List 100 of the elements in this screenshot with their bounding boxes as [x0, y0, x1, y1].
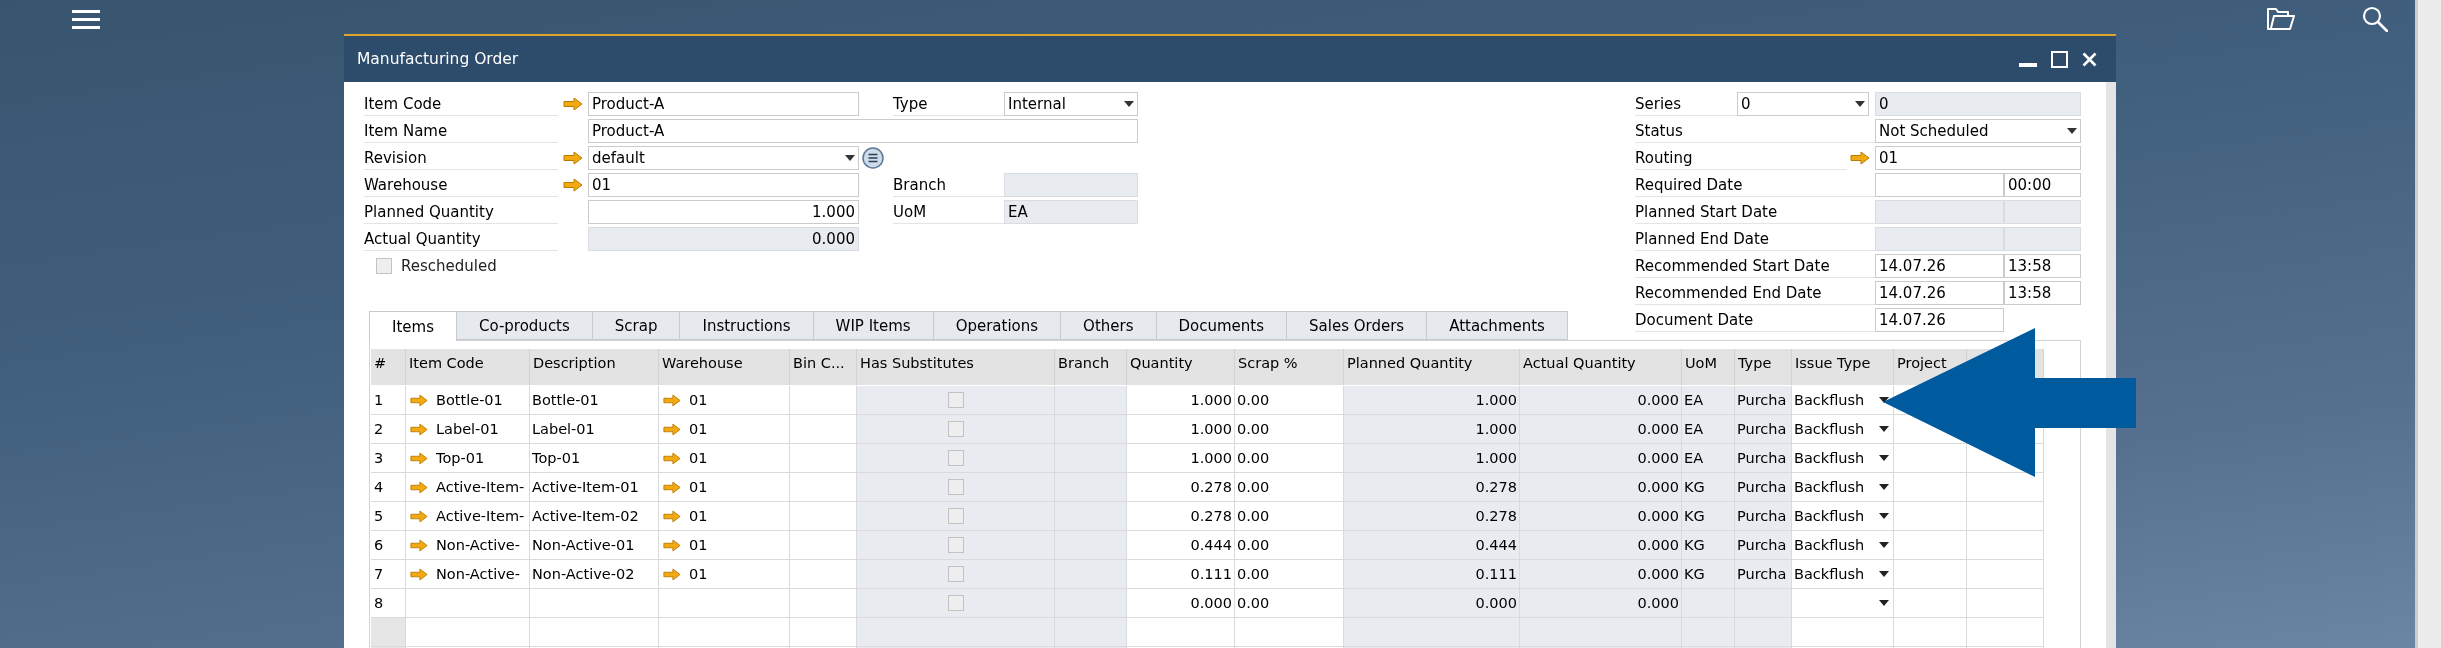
dropdown-field[interactable]: Not Scheduled	[1875, 118, 2081, 143]
text-field[interactable]: 01	[588, 172, 859, 197]
table-cell[interactable]: Backflush	[1792, 444, 1894, 473]
text-field[interactable]: Product-A	[588, 91, 859, 116]
column-header[interactable]: Bin C...	[793, 354, 845, 372]
table-cell[interactable]	[1792, 589, 1894, 618]
right-arrow-icon[interactable]	[563, 96, 583, 111]
dropdown-field[interactable]: default	[588, 145, 859, 170]
column-header[interactable]: Actual Quantity	[1523, 354, 1636, 372]
right-arrow-icon[interactable]	[563, 177, 583, 192]
table-cell: 0.444	[1127, 531, 1235, 560]
cell-text: Backflush	[1794, 479, 1865, 495]
right-arrow-icon[interactable]	[563, 150, 583, 165]
column-header[interactable]: Branch	[1058, 354, 1110, 372]
column-header[interactable]: Issue Type	[1795, 354, 1871, 372]
table-cell: 0.278	[1344, 502, 1520, 531]
checkbox[interactable]	[947, 508, 964, 524]
right-arrow-icon[interactable]	[663, 567, 681, 581]
caret-icon[interactable]	[1879, 600, 1889, 606]
text-field[interactable]: 01	[1875, 145, 2081, 170]
right-arrow-icon[interactable]	[410, 538, 428, 552]
tab[interactable]: Instructions	[680, 311, 814, 340]
caret-icon[interactable]	[1879, 397, 1889, 403]
caret-icon[interactable]	[1855, 100, 1865, 107]
column-header[interactable]: Item Code	[409, 354, 484, 372]
column-header[interactable]: Project	[1897, 354, 1947, 372]
caret-icon[interactable]	[845, 154, 855, 161]
table-cell[interactable]: Backflush	[1792, 473, 1894, 502]
date-field[interactable]	[1875, 172, 2004, 197]
tab[interactable]: Sales Orders	[1287, 311, 1428, 340]
checkbox[interactable]	[947, 450, 964, 466]
time-field[interactable]: 13:58	[2004, 280, 2081, 305]
tab[interactable]: Documents	[1156, 311, 1288, 340]
right-arrow-icon[interactable]	[410, 567, 428, 581]
checkbox[interactable]	[947, 479, 964, 495]
number-field[interactable]: 1.000	[588, 199, 859, 224]
checkbox[interactable]	[947, 537, 964, 553]
menu-icon[interactable]	[72, 9, 100, 29]
caret-icon[interactable]	[1879, 542, 1889, 548]
column-header[interactable]: Quantity	[1130, 354, 1193, 372]
right-arrow-icon[interactable]	[663, 509, 681, 523]
tab[interactable]: Co-products	[456, 311, 593, 340]
right-arrow-icon[interactable]	[663, 451, 681, 465]
tab[interactable]: Scrap	[592, 311, 681, 340]
right-arrow-icon[interactable]	[663, 422, 681, 436]
caret-icon[interactable]	[1879, 484, 1889, 490]
field-label: Planned Quantity	[364, 199, 558, 224]
search-icon[interactable]	[2362, 6, 2388, 32]
dropdown-field[interactable]: 0	[1737, 91, 1869, 116]
tab[interactable]: Attachments	[1427, 311, 1568, 340]
column-header[interactable]: Warehouse	[662, 354, 743, 372]
date-field[interactable]: 14.07.26	[1875, 253, 2004, 278]
column-header[interactable]: #	[374, 354, 387, 372]
column-header[interactable]: Has Substitutes	[860, 354, 974, 372]
dropdown-field[interactable]: Internal	[1004, 91, 1138, 116]
scrollbar-track[interactable]	[2106, 82, 2116, 648]
close-icon[interactable]	[2082, 51, 2097, 67]
cell-text: Bottle-01	[436, 392, 503, 408]
right-arrow-icon[interactable]	[410, 422, 428, 436]
column-header[interactable]: Description	[533, 354, 616, 372]
table-cell[interactable]: Backflush	[1792, 531, 1894, 560]
tab[interactable]: Others	[1061, 311, 1157, 340]
table-cell: 0.444	[1344, 531, 1520, 560]
time-field[interactable]: 13:58	[2004, 253, 2081, 278]
checkbox[interactable]	[947, 566, 964, 582]
column-header[interactable]: Planned Quantity	[1347, 354, 1473, 372]
checkbox[interactable]	[947, 392, 964, 408]
tab[interactable]: WIP Items	[813, 311, 934, 340]
right-arrow-icon[interactable]	[410, 480, 428, 494]
column-header[interactable]: Type	[1738, 354, 1772, 372]
list-icon[interactable]	[862, 146, 884, 169]
caret-icon[interactable]	[1879, 455, 1889, 461]
tab[interactable]: Items	[369, 311, 457, 341]
checkbox[interactable]	[947, 595, 964, 611]
table-cell[interactable]: Backflush	[1792, 560, 1894, 589]
right-arrow-icon[interactable]	[410, 451, 428, 465]
caret-icon[interactable]	[1124, 100, 1134, 107]
column-header[interactable]: UoM	[1685, 354, 1717, 372]
right-arrow-icon[interactable]	[663, 480, 681, 494]
date-field[interactable]: 14.07.26	[1875, 307, 2004, 332]
table-cell[interactable]: Backflush	[1792, 502, 1894, 531]
table-cell[interactable]: Backflush	[1792, 415, 1894, 444]
right-arrow-icon[interactable]	[410, 509, 428, 523]
tab[interactable]: Operations	[933, 311, 1062, 340]
checkbox[interactable]	[947, 421, 964, 437]
caret-icon[interactable]	[2067, 127, 2077, 134]
caret-icon[interactable]	[1879, 571, 1889, 577]
folder-icon[interactable]	[2266, 7, 2296, 31]
caret-icon[interactable]	[1879, 513, 1889, 519]
right-arrow-icon[interactable]	[663, 393, 681, 407]
checkbox[interactable]	[376, 257, 392, 274]
right-arrow-icon[interactable]	[663, 538, 681, 552]
right-arrow-icon[interactable]	[410, 393, 428, 407]
column-header[interactable]: Scrap %	[1238, 354, 1298, 372]
right-arrow-icon[interactable]	[1850, 150, 1870, 165]
caret-icon[interactable]	[1879, 426, 1889, 432]
maximize-icon[interactable]	[2051, 50, 2068, 68]
time-field[interactable]: 00:00	[2004, 172, 2081, 197]
text-field[interactable]: Product-A	[588, 118, 1138, 143]
date-field[interactable]: 14.07.26	[1875, 280, 2004, 305]
